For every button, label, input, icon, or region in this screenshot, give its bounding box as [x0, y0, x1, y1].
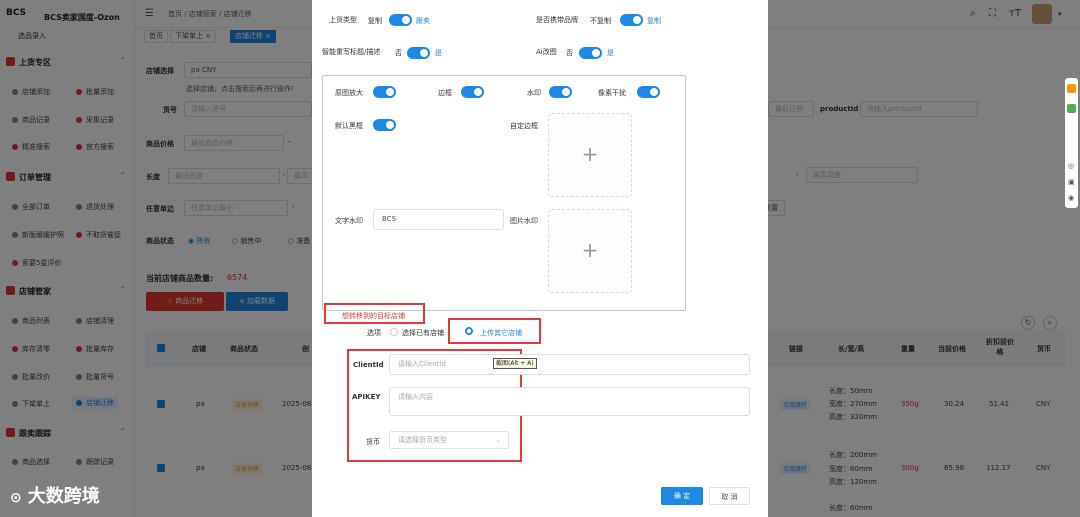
currency-label: 货币 [366, 438, 380, 446]
ai-on-text: 是 [607, 49, 614, 57]
text-watermark-input[interactable]: BCS [373, 209, 504, 230]
confirm-button[interactable]: 确 定 [661, 487, 703, 505]
apikey-textarea[interactable]: 请输入内容 [389, 387, 750, 416]
pixel-label: 像素干扰 [598, 89, 626, 97]
border-label: 边框 [438, 89, 452, 97]
watermark: ⊙ 大数跨境 [10, 486, 100, 507]
ai-label: Ai改图 [536, 48, 557, 56]
image-watermark-label: 图片水印 [510, 217, 538, 225]
upload-type-on-text: 跟卖 [416, 17, 430, 25]
brand-switch[interactable] [620, 14, 643, 26]
option-upload-text: 上传其它店铺 [480, 329, 522, 337]
radio-upload-other[interactable] [465, 327, 473, 335]
currency-select[interactable]: 请选择货币类型 ⌄ [389, 431, 509, 449]
chevron-down-icon: ⌄ [495, 436, 501, 444]
radio-existing-shop[interactable] [390, 328, 398, 336]
watermark-label: 水印 [527, 89, 541, 97]
rewrite-on-text: 是 [435, 49, 442, 57]
image-watermark-upload[interactable]: + [548, 209, 632, 293]
floating-toolbar: ◎ ▣ ◉ [1065, 78, 1078, 208]
custom-border-label: 自定边框 [510, 122, 538, 130]
zoom-label: 原图放大 [335, 89, 363, 97]
default-border-switch[interactable] [373, 119, 396, 131]
brand-on-text: 复制 [647, 17, 661, 25]
plus-icon: + [581, 238, 599, 262]
clientid-label: ClientId [353, 361, 384, 369]
upload-type-off-text: 复制 [368, 17, 382, 25]
cancel-button[interactable]: 取 消 [709, 487, 750, 505]
camera-icon[interactable]: ◉ [1068, 194, 1074, 202]
option-existing-text: 选择已有店铺 [402, 329, 444, 337]
clientid-input[interactable]: 请输入ClientId [389, 354, 750, 375]
ai-off-text: 否 [566, 49, 573, 57]
watermark-logo-icon: ⊙ [10, 490, 22, 506]
ai-switch[interactable] [579, 47, 602, 59]
watermark-switch[interactable] [549, 86, 572, 98]
custom-border-upload[interactable]: + [548, 113, 632, 197]
screenshot-tooltip: 截图(Alt + A) [493, 358, 537, 369]
plus-icon: + [581, 142, 599, 166]
chat-icon[interactable]: ◎ [1068, 162, 1074, 170]
brand-off-text: 不复制 [590, 17, 611, 25]
apikey-label: APIKEY [352, 393, 381, 401]
plugin-icon[interactable] [1067, 104, 1076, 113]
rewrite-off-text: 否 [395, 49, 402, 57]
option-label: 选项 [367, 329, 381, 337]
image-icon[interactable]: ▣ [1068, 178, 1075, 186]
zoom-switch[interactable] [373, 86, 396, 98]
border-switch[interactable] [461, 86, 484, 98]
plugin-icon[interactable] [1067, 84, 1076, 93]
default-border-label: 默认黑框 [335, 122, 363, 130]
upload-type-label: 上货类型 [329, 16, 357, 24]
annotation-text: 想转移到的目标店铺 [342, 312, 405, 320]
upload-type-switch[interactable] [389, 14, 412, 26]
text-watermark-label: 文字水印 [335, 217, 363, 225]
pixel-switch[interactable] [637, 86, 660, 98]
rewrite-label: 智能重写标题/描述 [322, 48, 381, 56]
rewrite-switch[interactable] [407, 47, 430, 59]
brand-label: 是否携带品牌 [536, 16, 578, 24]
